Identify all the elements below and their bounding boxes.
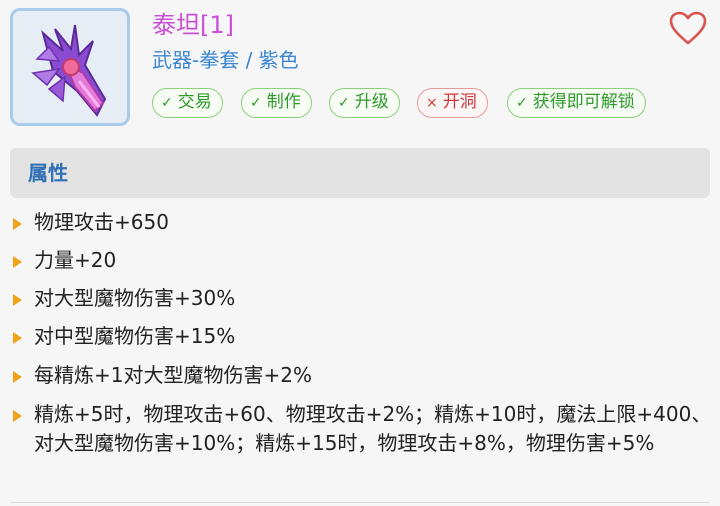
tag-unlock-on-obtain: ✓ 获得即可解锁 bbox=[507, 88, 646, 118]
attribute-text: 力量+20 bbox=[34, 248, 117, 272]
attribute-text: 对大型魔物伤害+30% bbox=[34, 286, 236, 310]
attribute-text: 精炼+5时，物理攻击+60、物理攻击+2%；精炼+10时，魔法上限+400、对大… bbox=[34, 402, 712, 455]
bullet-arrow-icon bbox=[13, 371, 22, 383]
tag-trade: ✓ 交易 bbox=[152, 88, 223, 118]
item-image bbox=[10, 8, 130, 126]
favorite-button[interactable] bbox=[668, 10, 708, 46]
tag-label: 获得即可解锁 bbox=[532, 92, 635, 112]
item-header: 泰坦[1] 武器-拳套 / 紫色 ✓ 交易 ✓ 制作 ✓ 升级 × 开洞 ✓ 获得即可解锁 bbox=[0, 0, 720, 140]
tag-label: 交易 bbox=[177, 92, 212, 112]
tag-label: 制作 bbox=[266, 92, 301, 112]
bullet-arrow-icon bbox=[13, 410, 22, 422]
tag-upgrade: ✓ 升级 bbox=[329, 88, 400, 118]
tag-socket: × 开洞 bbox=[417, 88, 488, 118]
bullet-arrow-icon bbox=[13, 256, 22, 268]
attribute-text: 物理攻击+650 bbox=[34, 210, 169, 234]
tag-label: 开洞 bbox=[442, 92, 477, 112]
check-icon: ✓ bbox=[161, 95, 173, 111]
heart-outline-icon bbox=[669, 11, 707, 45]
attributes-section-header: 属性 bbox=[10, 148, 710, 198]
item-subtitle: 武器-拳套 / 紫色 bbox=[152, 48, 299, 72]
bullet-arrow-icon bbox=[13, 218, 22, 230]
divider bbox=[10, 502, 710, 503]
section-title: 属性 bbox=[28, 161, 68, 185]
bullet-arrow-icon bbox=[13, 332, 22, 344]
attribute-text: 对中型魔物伤害+15% bbox=[34, 324, 236, 348]
attribute-text: 每精炼+1对大型魔物伤害+2% bbox=[34, 363, 312, 387]
check-icon: ✓ bbox=[516, 95, 528, 111]
check-icon: ✓ bbox=[338, 95, 350, 111]
tag-label: 升级 bbox=[354, 92, 389, 112]
purple-claw-weapon-icon bbox=[31, 24, 107, 117]
check-icon: ✓ bbox=[250, 95, 262, 111]
cross-icon: × bbox=[426, 95, 438, 111]
bullet-arrow-icon bbox=[13, 294, 22, 306]
tag-craft: ✓ 制作 bbox=[241, 88, 312, 118]
item-title: 泰坦[1] bbox=[152, 11, 234, 39]
